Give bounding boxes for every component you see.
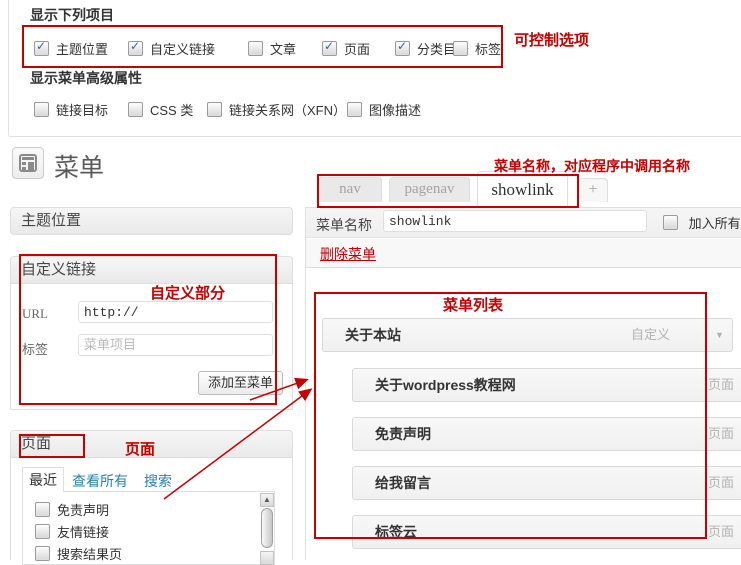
screen-option-3: ✓ 页面 bbox=[322, 39, 370, 58]
link-label-label: 标签 bbox=[22, 339, 48, 358]
menu-tab-label: showlink bbox=[491, 180, 553, 199]
tab-pages-recent-label: 最近 bbox=[29, 472, 57, 488]
menu-item-title: 关于wordpress教程网 bbox=[375, 369, 516, 401]
advanced-props-heading: 显示菜单高级属性 bbox=[30, 68, 142, 88]
link-label-input[interactable] bbox=[78, 334, 273, 356]
menu-item-bar[interactable]: 关于wordpress教程网 页面 bbox=[352, 368, 741, 402]
menu-name-label: 菜单名称 bbox=[316, 215, 372, 235]
advanced-option-0-label: 链接目标 bbox=[56, 103, 108, 118]
menus-screen-icon bbox=[12, 147, 44, 179]
screen-option-5-label: 标签 bbox=[475, 42, 501, 57]
menu-item-title: 免责声明 bbox=[375, 418, 431, 450]
add-top-pages-checkbox[interactable]: ✓ bbox=[663, 215, 678, 230]
screen-option-5-checkbox[interactable]: ✓ bbox=[453, 41, 468, 56]
check-icon: ✓ bbox=[324, 40, 334, 53]
menu-item-title: 标签云 bbox=[375, 516, 417, 548]
menu-item-title: 关于本站 bbox=[345, 319, 401, 351]
advanced-option-1-checkbox[interactable]: ✓ bbox=[128, 102, 143, 117]
page-list-item-1-checkbox[interactable]: ✓ bbox=[35, 524, 50, 539]
menu-item-title: 给我留言 bbox=[375, 467, 431, 499]
page-list-item-2-checkbox[interactable]: ✓ bbox=[35, 546, 50, 561]
url-input[interactable] bbox=[78, 301, 273, 323]
add-to-menu-button[interactable]: 添加至菜单 bbox=[198, 371, 283, 395]
theme-locations-panel[interactable]: 主题位置 bbox=[10, 207, 293, 235]
screen-option-1-checkbox[interactable]: ✓ bbox=[128, 41, 143, 56]
custom-links-title: 自定义链接 bbox=[21, 261, 96, 278]
page-list-item-2: ✓搜索结果页 bbox=[35, 544, 122, 563]
menu-item-type-label: 页面 bbox=[708, 516, 734, 548]
menu-tab-label: + bbox=[588, 181, 597, 198]
page-list-item-1-label: 友情链接 bbox=[57, 525, 109, 540]
screen-option-1: ✓ 自定义链接 bbox=[128, 39, 215, 58]
menu-tab-label: nav bbox=[339, 181, 361, 197]
screen-option-3-label: 页面 bbox=[344, 42, 370, 57]
delete-menu-link[interactable]: 删除菜单 bbox=[320, 244, 376, 264]
scrollbar-down-button[interactable] bbox=[260, 551, 274, 565]
screen-option-4-checkbox[interactable]: ✓ bbox=[395, 41, 410, 56]
page-list-item-0: ✓ 免责声明 bbox=[35, 500, 109, 519]
advanced-option-0-checkbox[interactable]: ✓ bbox=[34, 102, 49, 117]
check-icon: ✓ bbox=[397, 40, 407, 53]
menu-item-bar[interactable]: 标签云 页面 bbox=[352, 515, 741, 549]
menu-tab-pagenav[interactable]: pagenav bbox=[389, 177, 470, 202]
annotation-menu-name: 菜单名称，对应程序中调用名称 bbox=[494, 156, 690, 176]
menu-item-type-label: 页面 bbox=[708, 467, 734, 499]
menu-item-dropdown-toggle[interactable]: ▼ bbox=[706, 319, 732, 351]
screen-option-1-label: 自定义链接 bbox=[150, 42, 215, 57]
menu-item-bar[interactable]: 关于本站 自定义 ▼ bbox=[322, 318, 733, 352]
advanced-option-2-checkbox[interactable]: ✓ bbox=[207, 102, 222, 117]
pages-checklist: ✓ 免责声明 ✓ 友情链接 ✓搜索结果页 bbox=[22, 491, 275, 565]
check-icon: ✓ bbox=[36, 40, 46, 53]
menu-item-bar[interactable]: 免责声明 页面 bbox=[352, 417, 741, 451]
screen-option-0-checkbox[interactable]: ✓ bbox=[34, 41, 49, 56]
add-top-pages-label: 加入所有顶 bbox=[689, 216, 741, 231]
scrollbar-thumb[interactable] bbox=[261, 508, 273, 548]
theme-locations-title: 主题位置 bbox=[21, 212, 81, 229]
menu-item-type-label: 自定义 bbox=[631, 319, 670, 351]
advanced-option-2: ✓ 链接关系网（XFN） bbox=[207, 100, 346, 119]
nav-menus-screen: { "accent":{"red":"#c40000","link_blue":… bbox=[0, 0, 741, 560]
screen-option-2-label: 文章 bbox=[270, 42, 296, 57]
page-list-item-1: ✓ 友情链接 bbox=[35, 522, 109, 541]
advanced-option-3: ✓ 图像描述 bbox=[347, 100, 421, 119]
menu-name-input[interactable] bbox=[383, 210, 647, 232]
screen-option-5: ✓ 标签 bbox=[453, 39, 501, 58]
menu-item-bar[interactable]: 给我留言 页面 bbox=[352, 466, 741, 500]
menu-tab-label: pagenav bbox=[405, 181, 455, 197]
add-top-pages-option: ✓ 加入所有顶 bbox=[663, 213, 741, 232]
advanced-option-2-label: 链接关系网（XFN） bbox=[229, 103, 346, 118]
annotation-controllable: 可控制选项 bbox=[514, 29, 589, 50]
pages-panel-title: 页面 bbox=[21, 435, 51, 452]
menu-tab-nav[interactable]: nav bbox=[318, 177, 382, 202]
url-label: URL bbox=[22, 306, 48, 322]
screen-option-2-checkbox[interactable]: ✓ bbox=[248, 41, 263, 56]
page-list-item-0-checkbox[interactable]: ✓ bbox=[35, 502, 50, 517]
annotation-custom-section: 自定义部分 bbox=[150, 282, 225, 303]
screen-option-0-label: 主题位置 bbox=[56, 42, 108, 57]
menu-item-type-label: 页面 bbox=[708, 369, 734, 401]
menu-item-type-label: 页面 bbox=[708, 418, 734, 450]
show-items-heading: 显示下列项目 bbox=[30, 5, 114, 25]
advanced-option-3-label: 图像描述 bbox=[369, 103, 421, 118]
tab-pages-search[interactable]: 搜索 bbox=[144, 471, 172, 491]
page-title: 菜单 bbox=[54, 148, 104, 184]
annotation-menu-list: 菜单列表 bbox=[443, 294, 503, 315]
screen-option-3-checkbox[interactable]: ✓ bbox=[322, 41, 337, 56]
advanced-option-1-label: CSS 类 bbox=[150, 103, 193, 118]
menu-tab-add[interactable]: + bbox=[578, 178, 608, 202]
scrollbar-up-button[interactable]: ▲ bbox=[260, 493, 274, 507]
page-list-item-0-label: 免责声明 bbox=[57, 503, 109, 518]
advanced-option-0: ✓ 链接目标 bbox=[34, 100, 108, 119]
custom-links-panel-header[interactable]: 自定义链接 bbox=[10, 256, 293, 284]
screen-option-2: ✓ 文章 bbox=[248, 39, 296, 58]
check-icon: ✓ bbox=[130, 40, 140, 53]
advanced-option-3-checkbox[interactable]: ✓ bbox=[347, 102, 362, 117]
annotation-pages: 页面 bbox=[125, 438, 155, 459]
menu-tab-showlink[interactable]: showlink bbox=[477, 171, 568, 208]
advanced-option-1: ✓ CSS 类 bbox=[128, 100, 193, 119]
screen-option-0: ✓ 主题位置 bbox=[34, 39, 108, 58]
tab-pages-recent[interactable]: 最近 bbox=[22, 467, 64, 492]
tab-pages-view-all[interactable]: 查看所有 bbox=[72, 471, 128, 491]
